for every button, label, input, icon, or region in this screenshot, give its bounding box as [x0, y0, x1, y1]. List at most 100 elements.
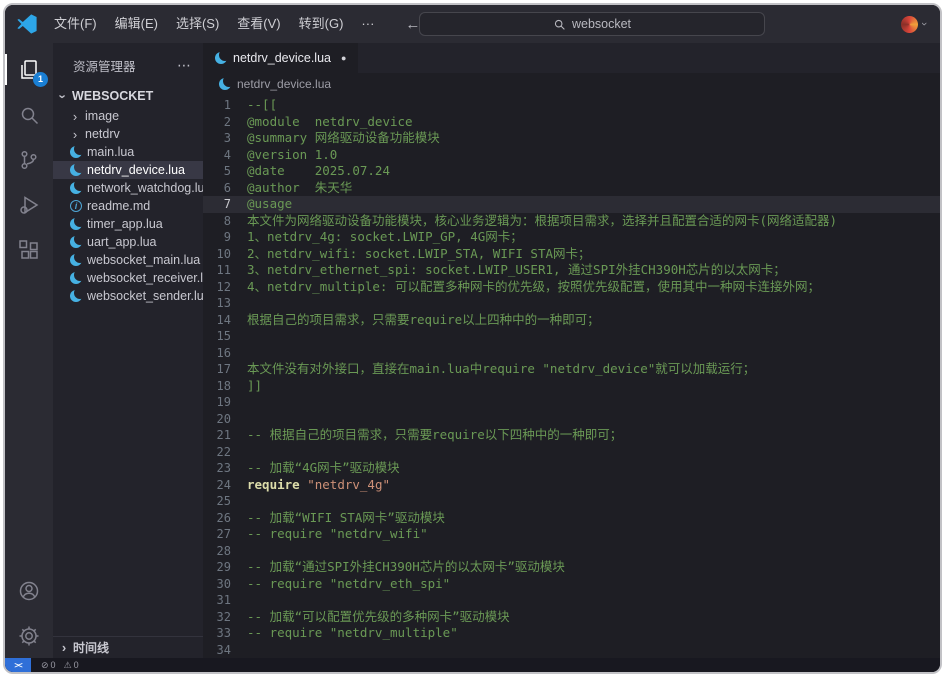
activitybar-explorer-button[interactable]: 1	[5, 47, 53, 92]
sidebar-item-netdrv_device.lua[interactable]: netdrv_device.lua	[53, 161, 203, 179]
menu-item[interactable]: 转到(G)	[290, 16, 353, 31]
code-line[interactable]: 13	[203, 295, 940, 312]
lua-file-icon	[70, 236, 82, 248]
file-label: websocket_sender.lua	[87, 289, 203, 303]
code-line[interactable]: 17 本文件没有对外接口，直接在main.lua中require "netdrv_…	[203, 361, 940, 378]
line-text: 根据自己的项目需求，只需要require以上四种中的一种即可；	[247, 311, 600, 327]
code-line[interactable]: 15	[203, 328, 940, 345]
tab-netdrv-device[interactable]: netdrv_device.lua ●	[203, 43, 359, 73]
status-bar: >< ⊘ 0 ⚠ 0	[5, 658, 940, 672]
line-text: 2、netdrv_wifi: socket.LWIP_STA, WIFI STA…	[247, 245, 591, 261]
search-value: websocket	[571, 17, 632, 31]
code-line[interactable]: 14 根据自己的项目需求，只需要require以上四种中的一种即可；	[203, 312, 940, 329]
lua-file-icon	[70, 146, 82, 158]
modified-dot-icon[interactable]: ●	[341, 53, 346, 63]
sidebar-item-timer_app.lua[interactable]: timer_app.lua	[53, 215, 203, 233]
code-line[interactable]: 30 -- require "netdrv_eth_spi"	[203, 576, 940, 593]
sidebar-item-main.lua[interactable]: main.lua	[53, 143, 203, 161]
lua-file-icon	[215, 52, 227, 64]
sidebar-item-netdrv[interactable]: › netdrv	[53, 125, 203, 143]
sidebar-item-websocket_main.lua[interactable]: websocket_main.lua	[53, 251, 203, 269]
code-line[interactable]: 16	[203, 345, 940, 362]
sidebar-title: 资源管理器	[73, 60, 136, 74]
code-line[interactable]: 6 @author 朱天华	[203, 180, 940, 197]
line-text: 3、netdrv_ethernet_spi: socket.LWIP_USER1…	[247, 262, 786, 277]
line-number: 19	[216, 395, 231, 409]
menu-item[interactable]: 查看(V)	[228, 16, 289, 31]
menu-item[interactable]: 编辑(E)	[106, 16, 167, 31]
code-line[interactable]: 34	[203, 642, 940, 659]
activitybar-account-button[interactable]	[5, 568, 53, 613]
menu-item[interactable]: 选择(S)	[167, 16, 228, 31]
code-line[interactable]: 2 @module netdrv_device	[203, 114, 940, 131]
chevron-down-icon: ›	[918, 22, 931, 26]
code-line[interactable]: 33 -- require "netdrv_multiple"	[203, 625, 940, 642]
menu-bar: 文件(F) 编辑(E) 选择(S) 查看(V) 转到(G) ···	[45, 5, 383, 43]
code-line[interactable]: 18]]	[203, 378, 940, 395]
line-text: ]]	[247, 377, 263, 393]
more-actions-icon[interactable]: ⋯	[177, 57, 191, 74]
code-area[interactable]: 1 --[[2 @module netdrv_device 3 @summary 网络驱…	[203, 95, 940, 658]
code-line[interactable]: 28	[203, 543, 940, 560]
problems-button[interactable]: ⊘ 0 ⚠ 0	[41, 660, 79, 671]
extension-logo-icon	[901, 15, 919, 33]
line-text: 本文件为网络驱动设备功能模块，核心业务逻辑为：根据项目需求，选择并且配置合适的网…	[247, 212, 838, 228]
activitybar-source-control-button[interactable]	[5, 137, 53, 182]
line-number: 6	[223, 180, 231, 195]
sidebar-root-websocket[interactable]: › WEBSOCKET	[53, 85, 203, 107]
menu-item[interactable]: ···	[352, 16, 383, 31]
activitybar-run-debug-button[interactable]	[5, 182, 53, 227]
code-line[interactable]: 21 -- 根据自己的项目需求，只需要require以下四种中的一种即可；	[203, 427, 940, 444]
lua-file-icon	[70, 164, 82, 176]
code-line[interactable]: 20	[203, 411, 940, 428]
code-line[interactable]: 32 -- 加载“可以配置优先级的多种网卡”驱动模块	[203, 609, 940, 626]
warning-icon: ⚠	[63, 659, 72, 670]
activitybar-search-button[interactable]	[5, 92, 53, 137]
sidebar-item-network_watchdog.lua[interactable]: network_watchdog.lua	[53, 179, 203, 197]
search-icon	[554, 19, 565, 30]
error-icon: ⊘	[41, 659, 49, 670]
root-folder-label: WEBSOCKET	[72, 89, 154, 103]
line-text: @version 1.0	[247, 146, 338, 162]
remote-indicator-button[interactable]: ><	[5, 658, 31, 672]
code-line[interactable]: 25	[203, 493, 940, 510]
line-number: 4	[223, 147, 231, 162]
code-line[interactable]: 8 本文件为网络驱动设备功能模块，核心业务逻辑为：根据项目需求，选择并且配置合适的…	[203, 213, 940, 230]
code-line[interactable]: 31	[203, 592, 940, 609]
error-count: 0	[50, 659, 56, 670]
code-line[interactable]: 10 2、netdrv_wifi: socket.LWIP_STA, WIFI S…	[203, 246, 940, 263]
sidebar-item-uart_app.lua[interactable]: uart_app.lua	[53, 233, 203, 251]
code-line[interactable]: 29 -- 加载“通过SPI外挂CH390H芯片的以太网卡”驱动模块	[203, 559, 940, 576]
code-line[interactable]: 3 @summary 网络驱动设备功能模块	[203, 130, 940, 147]
code-line[interactable]: 9 1、netdrv_4g: socket.LWIP_GP, 4G网卡；	[203, 229, 940, 246]
code-line[interactable]: 11 3、netdrv_ethernet_spi: socket.LWIP_USE…	[203, 262, 940, 279]
sidebar-item-websocket_receiver.lua[interactable]: websocket_receiver.lua	[53, 269, 203, 287]
sidebar-item-image[interactable]: › image	[53, 107, 203, 125]
breadcrumb[interactable]: netdrv_device.lua	[203, 73, 940, 95]
line-number: 8	[223, 213, 231, 228]
line-number: 32	[216, 609, 231, 624]
sidebar-explorer: 资源管理器 ⋯ › WEBSOCKET › image › netdrv main.lu…	[53, 43, 203, 658]
code-line[interactable]: 24 require "netdrv_4g"	[203, 477, 940, 494]
sidebar-item-websocket_sender.lua[interactable]: websocket_sender.lua	[53, 287, 203, 305]
code-line[interactable]: 23 -- 加载“4G网卡”驱动模块	[203, 460, 940, 477]
menu-item[interactable]: 文件(F)	[45, 16, 106, 31]
activitybar-extensions-button[interactable]	[5, 227, 53, 272]
sidebar-section-timeline[interactable]: › 时间线	[53, 636, 203, 658]
chevron-down-icon: ›	[55, 93, 71, 99]
code-line[interactable]: 27 -- require "netdrv_wifi"	[203, 526, 940, 543]
activitybar-settings-button[interactable]	[5, 613, 53, 658]
code-line[interactable]: 7 @usage	[203, 196, 940, 213]
line-text: 4、netdrv_multiple: 可以配置多种网卡的优先级，按照优先级配置，…	[247, 278, 820, 294]
code-line[interactable]: 22	[203, 444, 940, 461]
code-line[interactable]: 1 --[[	[203, 97, 940, 114]
code-line[interactable]: 4 @version 1.0	[203, 147, 940, 164]
command-center-search[interactable]: websocket	[419, 12, 765, 36]
code-line[interactable]: 5 @date 2025.07.24	[203, 163, 940, 180]
code-line[interactable]: 19	[203, 394, 940, 411]
titlebar-account-button[interactable]: ›	[901, 5, 930, 43]
code-line[interactable]: 26 -- 加载“WIFI STA网卡”驱动模块	[203, 510, 940, 527]
code-line[interactable]: 12 4、netdrv_multiple: 可以配置多种网卡的优先级，按照优先级配…	[203, 279, 940, 296]
sidebar-item-readme.md[interactable]: i readme.md	[53, 197, 203, 215]
line-text: require "netdrv_4g"	[247, 476, 391, 492]
